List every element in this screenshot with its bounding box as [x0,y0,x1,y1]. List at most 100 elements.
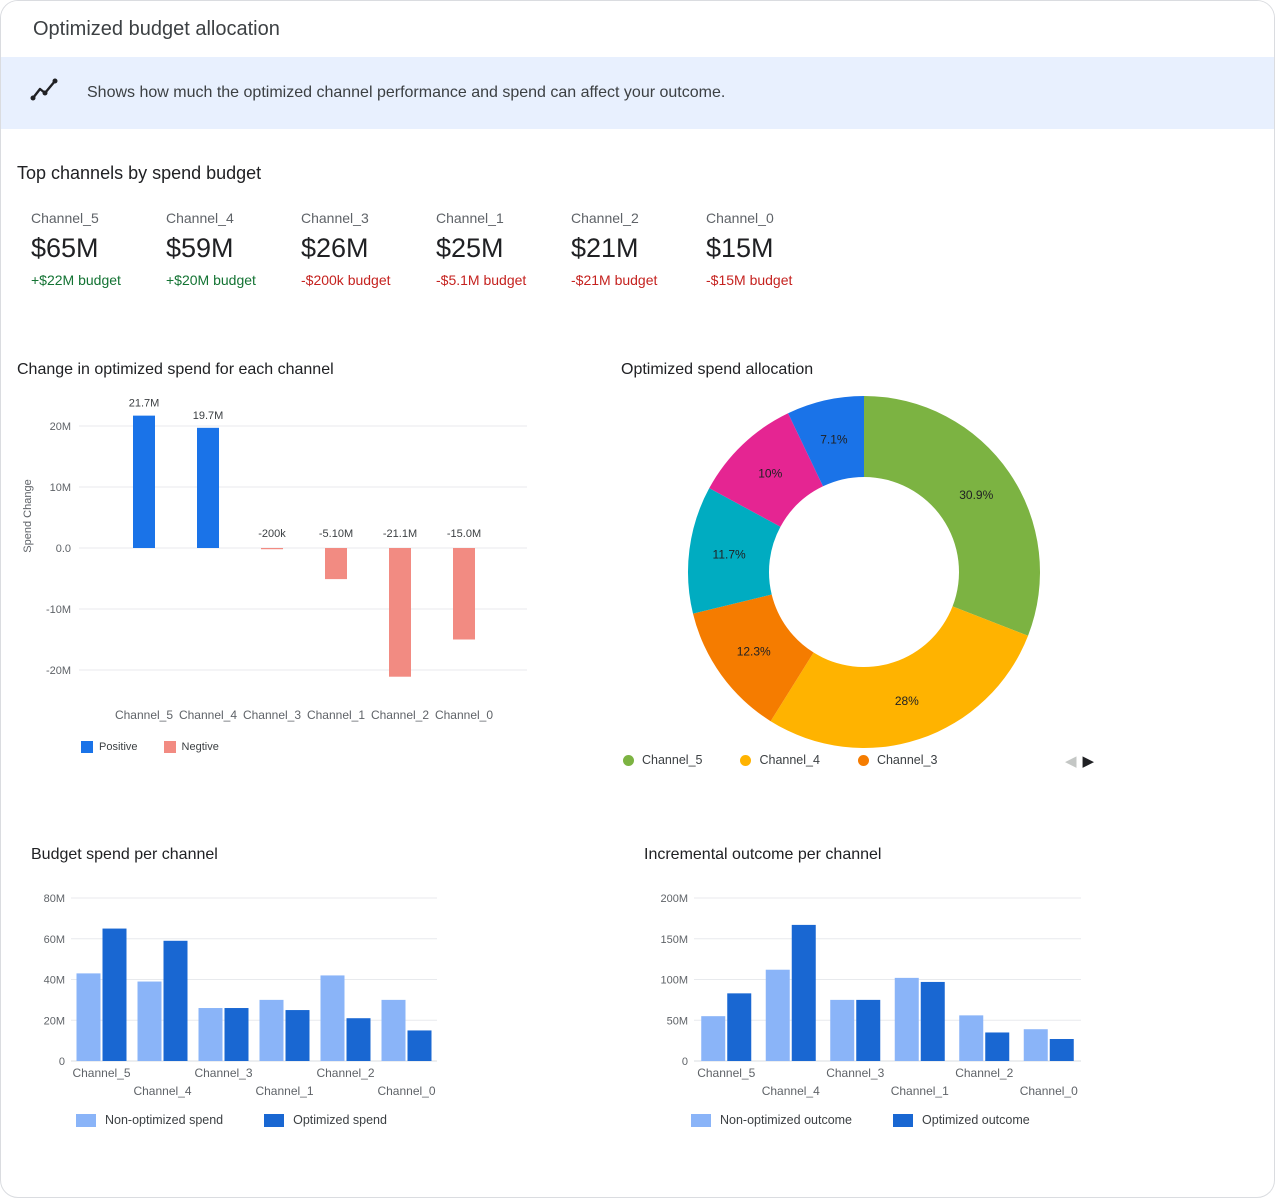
donut-legend: Channel_5Channel_4Channel_3 [623,753,937,767]
x-tick-label: Channel_0 [377,1084,435,1098]
insights-icon [29,76,59,111]
bar-Channel_1 [260,1000,284,1061]
channel-budget-delta: -$21M budget [571,272,706,288]
legend-item-positive: Positive [81,741,138,753]
bar-Channel_3 [225,1008,249,1061]
donut-slice [864,396,1040,636]
legend-swatch [893,1114,913,1127]
channel-budget-delta: -$200k budget [301,272,436,288]
bar-Channel_5 [727,993,751,1061]
bar-Channel_5 [133,416,155,548]
y-axis-title: Spend Change [22,479,34,552]
bar-Channel_1 [325,548,347,579]
bar-Channel_5 [701,1016,725,1061]
legend-swatch [81,741,93,753]
bar-Channel_3 [856,1000,880,1061]
bar-Channel_2 [321,975,345,1061]
bar-Channel_0 [1024,1029,1048,1061]
value-label: -5.10M [319,528,353,540]
budget-spend-legend: Non-optimized spend Optimized spend [76,1113,387,1127]
bar-Channel_4 [197,428,219,548]
legend-item-channel-3: Channel_3 [858,753,937,767]
channel-spend-value: $21M [571,233,706,264]
x-tick-label: Channel_1 [255,1084,313,1098]
channel-spend-value: $59M [166,233,301,264]
value-label: -21.1M [383,528,417,540]
bar-Channel_5 [103,929,127,1061]
bar-Channel_4 [766,970,790,1061]
legend-swatch [740,755,751,766]
bar-Channel_3 [830,1000,854,1061]
bar-Channel_0 [453,548,475,640]
bar-Channel_5 [77,973,101,1061]
x-tick-label: Channel_4 [762,1084,820,1098]
channel-budget-delta: -$15M budget [706,272,841,288]
value-label: 21.7M [129,398,160,410]
axis-label: 60M [44,934,65,946]
legend-label: Optimized outcome [922,1113,1030,1127]
legend-item-channel-4: Channel_4 [740,753,819,767]
legend-next-icon[interactable]: ▶ [1083,753,1095,771]
bar-Channel_1 [921,982,945,1061]
x-tick-label: Channel_5 [72,1066,130,1080]
legend-item-negtive: Negtive [164,741,219,753]
slice-label: 10% [758,466,782,480]
bar-Channel_0 [1050,1039,1074,1061]
donut-legend-pager: ◀ ▶ [1065,753,1094,771]
bar-Channel_3 [261,548,283,549]
legend-label: Channel_3 [877,753,937,767]
axis-label: 20M [50,421,71,433]
x-tick-label: Channel_5 [697,1066,755,1080]
axis-label: 200M [660,893,688,905]
channel-card: Channel_4 $59M +$20M budget [166,210,301,288]
channel-card: Channel_2 $21M -$21M budget [571,210,706,288]
slice-label: 11.7% [713,548,746,562]
x-tick-label: Channel_0 [1020,1084,1078,1098]
bar-Channel_0 [408,1030,432,1061]
axis-label: 20M [44,1015,65,1027]
axis-label: -20M [46,665,71,677]
bar-Channel_2 [389,548,411,677]
legend-prev-icon[interactable]: ◀ [1065,753,1077,771]
channel-budget-delta: +$20M budget [166,272,301,288]
bar-Channel_1 [286,1010,310,1061]
donut-slice [771,606,1028,748]
bar-Channel_4 [792,925,816,1061]
bar-Channel_2 [347,1018,371,1061]
channel-spend-value: $25M [436,233,571,264]
chart-title-spend-allocation: Optimized spend allocation [621,361,813,379]
incremental-outcome-bar-chart: 050M100M150M200MChannel_5Channel_4Channe… [644,879,1104,1107]
axis-label: 0 [682,1056,688,1068]
channel-budget-delta: -$5.1M budget [436,272,571,288]
info-banner: Shows how much the optimized channel per… [1,57,1274,129]
axis-label: 40M [44,975,65,987]
legend-label: Negtive [182,741,219,753]
slice-label: 28% [895,694,919,708]
bar-Channel_3 [199,1008,223,1061]
legend-item-optimized-spend: Optimized spend [264,1113,387,1127]
axis-label: 80M [44,893,65,905]
channel-name: Channel_1 [436,210,571,226]
legend-label: Optimized spend [293,1113,387,1127]
legend-label: Positive [99,741,138,753]
legend-label: Channel_4 [759,753,819,767]
top-channel-cards: Channel_5 $65M +$22M budget Channel_4 $5… [31,210,841,288]
channel-spend-value: $26M [301,233,436,264]
chart-title-budget-spend: Budget spend per channel [31,846,218,864]
x-tick-label: Channel_2 [316,1066,374,1080]
channel-card: Channel_3 $26M -$200k budget [301,210,436,288]
x-tick-label: Channel_2 [371,708,429,722]
x-tick-label: Channel_4 [133,1084,191,1098]
x-tick-label: Channel_3 [194,1066,252,1080]
optimized-budget-dashboard: Optimized budget allocation Shows how mu… [0,0,1275,1198]
x-tick-label: Channel_3 [243,708,301,722]
incremental-outcome-legend: Non-optimized outcome Optimized outcome [691,1113,1030,1127]
slice-label: 12.3% [737,645,771,659]
value-label: -15.0M [447,528,481,540]
axis-label: 50M [667,1015,688,1027]
channel-name: Channel_5 [31,210,166,226]
x-tick-label: Channel_1 [891,1084,949,1098]
legend-label: Non-optimized outcome [720,1113,852,1127]
legend-swatch [858,755,869,766]
legend-item-non-optimized-spend: Non-optimized spend [76,1113,223,1127]
